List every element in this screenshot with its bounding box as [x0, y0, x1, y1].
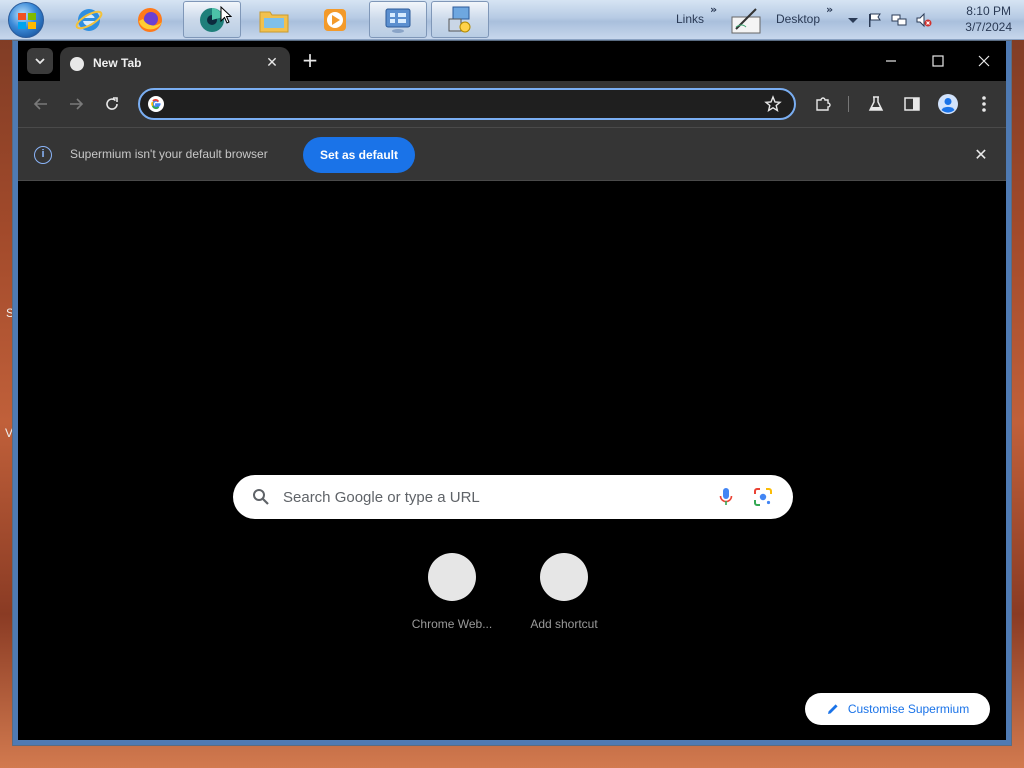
profile-button[interactable] [934, 90, 962, 118]
puzzle-icon [816, 97, 831, 111]
taskbar: Links » Desktop » 8:10 PM 3/7/2024 [0, 0, 1024, 40]
infobar-close-icon[interactable]: ✕ [970, 144, 992, 166]
chevron-down-icon [35, 58, 45, 65]
tab-close-icon[interactable]: ✕ [262, 53, 282, 73]
title-bar: New Tab ✕ + [18, 41, 1006, 81]
labs-button[interactable] [862, 90, 890, 118]
more-vertical-icon [982, 96, 986, 112]
back-button[interactable] [27, 90, 55, 118]
pencil-icon [827, 704, 838, 714]
start-button[interactable] [8, 2, 44, 38]
arrow-right-icon [70, 98, 84, 110]
taskbar-control-panel[interactable] [369, 1, 427, 38]
shortcut-icon [428, 553, 476, 601]
desktop-toolbar-label[interactable]: Desktop [776, 12, 820, 26]
maximize-button[interactable] [918, 47, 958, 75]
firefox-icon [138, 7, 162, 32]
browser-toolbar [18, 81, 1006, 127]
flask-icon [868, 96, 884, 111]
desktop-chevron-icon[interactable]: » [826, 3, 833, 16]
new-tab-button[interactable]: + [298, 49, 322, 73]
taskbar-file-explorer[interactable] [245, 1, 303, 38]
reload-button[interactable] [98, 90, 126, 118]
microphone-icon[interactable] [719, 487, 733, 507]
control-panel-icon [385, 8, 411, 33]
links-toolbar-label[interactable]: Links [676, 12, 704, 26]
taskbar-supermium[interactable] [183, 1, 241, 38]
maximize-icon [932, 55, 944, 67]
close-icon [978, 55, 990, 67]
default-browser-infobar: i Supermium isn't your default browser S… [18, 127, 1006, 181]
new-tab-page: Chrome Web... Add shortcut Customise Sup… [18, 181, 1006, 740]
pen-tablet-icon[interactable] [730, 5, 762, 39]
file-explorer-icon [259, 11, 289, 32]
tab-favicon-icon [70, 57, 84, 71]
clock-date: 3/7/2024 [965, 20, 1012, 34]
reload-icon [106, 97, 118, 110]
network-setup-icon [448, 6, 471, 32]
taskbar-media-player[interactable] [306, 1, 364, 38]
flag-icon[interactable] [867, 12, 883, 28]
taskbar-network-setup[interactable] [431, 1, 489, 38]
windows-logo-icon [18, 13, 36, 29]
minimize-button[interactable] [871, 47, 911, 75]
bookmark-star-icon[interactable] [764, 95, 782, 113]
volume-muted-icon[interactable] [916, 12, 932, 28]
taskbar-firefox[interactable] [121, 1, 179, 38]
arrow-left-icon [33, 98, 47, 110]
internet-explorer-icon [75, 8, 103, 31]
search-icon [253, 489, 269, 505]
add-shortcut-icon [540, 553, 588, 601]
tab-title: New Tab [93, 56, 142, 70]
network-icon[interactable] [891, 12, 907, 28]
infobar-message: Supermium isn't your default browser [70, 147, 268, 161]
tab-new-tab[interactable]: New Tab ✕ [60, 47, 290, 81]
minimize-icon [886, 60, 896, 62]
tab-search-button[interactable] [27, 48, 53, 74]
mouse-cursor-icon [220, 6, 232, 24]
menu-button[interactable] [970, 90, 998, 118]
system-clock[interactable]: 8:10 PM 3/7/2024 [965, 3, 1012, 35]
avatar-icon [938, 94, 958, 114]
browser-window: New Tab ✕ + i Supermium isn't your defau… [12, 40, 1012, 746]
omnibox[interactable] [138, 88, 796, 120]
close-window-button[interactable] [964, 47, 1004, 75]
customise-label: Customise Supermium [847, 702, 970, 716]
address-input[interactable] [172, 92, 752, 116]
toolbar-separator [848, 96, 849, 112]
google-lens-icon[interactable] [753, 487, 773, 507]
taskbar-internet-explorer[interactable] [60, 1, 118, 38]
show-hidden-icons-icon[interactable] [845, 12, 861, 28]
ntp-search-input[interactable] [283, 485, 703, 509]
shortcut-label: Add shortcut [530, 617, 598, 631]
shortcut-label: Chrome Web... [411, 617, 493, 631]
set-as-default-button[interactable]: Set as default [303, 137, 415, 173]
links-chevron-icon[interactable]: » [710, 3, 717, 16]
customise-button[interactable]: Customise Supermium [805, 693, 990, 725]
extensions-button[interactable] [809, 90, 837, 118]
add-shortcut-tile[interactable]: Add shortcut [514, 553, 614, 631]
forward-button[interactable] [62, 90, 90, 118]
google-g-icon [148, 96, 164, 112]
media-player-icon [324, 8, 346, 31]
ntp-search-box[interactable] [233, 475, 793, 519]
clock-time: 8:10 PM [966, 4, 1011, 18]
side-panel-button[interactable] [898, 90, 926, 118]
shortcut-tile[interactable]: Chrome Web... [402, 553, 502, 631]
side-panel-icon [904, 97, 920, 111]
info-icon: i [34, 146, 52, 164]
